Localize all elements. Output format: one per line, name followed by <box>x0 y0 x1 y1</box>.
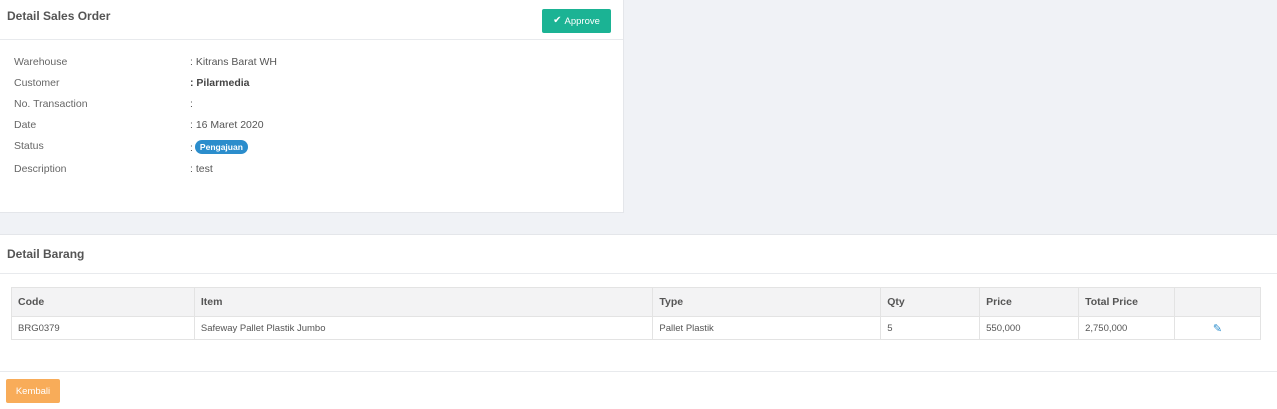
column-header-code: Code <box>11 287 195 317</box>
info-value: : 16 Maret 2020 <box>190 119 264 131</box>
cell-price: 550,000 <box>979 316 1080 340</box>
card-header: Detail Barang <box>0 235 1277 274</box>
status-badge: Pengajuan <box>194 140 248 154</box>
info-label: Warehouse <box>14 56 68 68</box>
status-colon: : <box>190 142 193 154</box>
cell-action: ✎ <box>1174 316 1261 340</box>
info-value: : Pilarmedia <box>190 77 250 89</box>
column-header-qty: Qty <box>880 287 981 317</box>
cell-qty: 5 <box>880 316 981 340</box>
info-label: No. Transaction <box>14 98 88 110</box>
card-title: Detail Sales Order <box>7 9 111 23</box>
info-label: Date <box>14 119 37 131</box>
item-detail-card: Detail Barang Code Item Type Qty Price T… <box>0 234 1277 409</box>
info-value: : Kitrans Barat WH <box>190 56 277 68</box>
info-value-status: : Pengajuan <box>190 140 248 154</box>
column-header-price: Price <box>979 287 1080 317</box>
table-header-row: Code Item Type Qty Price Total Price <box>11 287 1261 317</box>
column-header-total-price: Total Price <box>1078 287 1176 317</box>
check-icon: ✔ <box>553 15 562 26</box>
sales-order-detail-card: Detail Sales Order ✔ Approve Warehouse :… <box>0 0 624 213</box>
column-header-item: Item <box>193 287 654 317</box>
cell-code: BRG0379 <box>11 316 195 340</box>
info-value: : test <box>190 163 213 175</box>
card-header: Detail Sales Order ✔ Approve <box>0 0 623 40</box>
info-label: Customer <box>14 77 60 89</box>
column-header-action <box>1174 287 1261 317</box>
edit-icon[interactable]: ✎ <box>1213 323 1222 335</box>
info-label: Description <box>14 163 67 175</box>
card-title: Detail Barang <box>7 247 85 261</box>
info-label: Status <box>14 140 44 152</box>
divider <box>0 371 1277 372</box>
cell-item: Safeway Pallet Plastik Jumbo <box>193 316 654 340</box>
cell-type: Pallet Plastik <box>652 316 882 340</box>
column-header-type: Type <box>652 287 882 317</box>
info-value: : <box>190 98 193 110</box>
approve-label: Approve <box>564 15 600 27</box>
back-button[interactable]: Kembali <box>6 379 60 403</box>
cell-total-price: 2,750,000 <box>1078 316 1176 340</box>
table-row: BRG0379 Safeway Pallet Plastik Jumbo Pal… <box>11 316 1261 340</box>
items-table: Code Item Type Qty Price Total Price BRG… <box>11 287 1261 340</box>
approve-button[interactable]: ✔ Approve <box>542 9 611 33</box>
